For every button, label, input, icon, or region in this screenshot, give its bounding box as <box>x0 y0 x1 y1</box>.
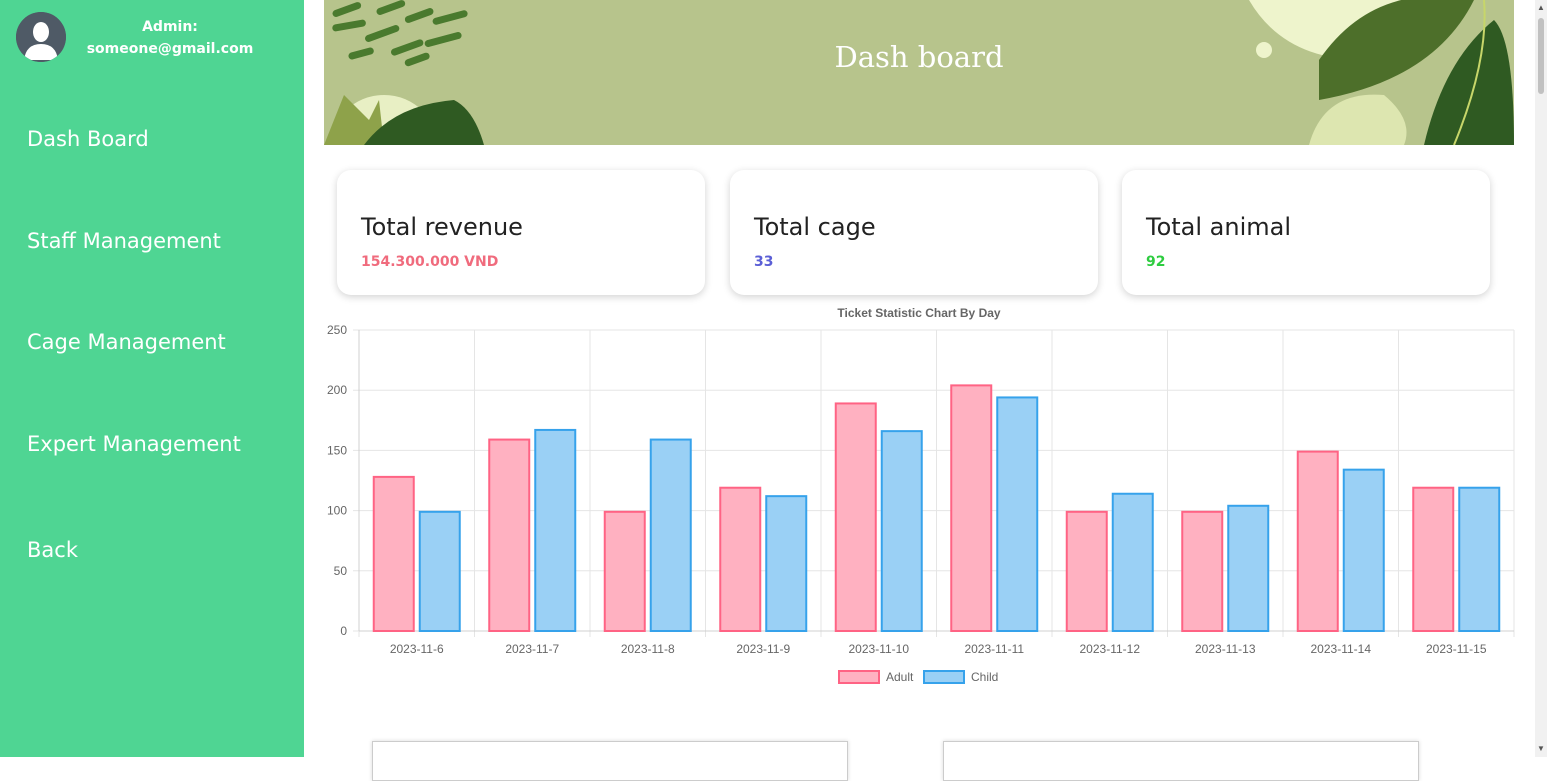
bar-child[interactable] <box>534 428 577 632</box>
x-tick-label: 2023-11-8 <box>621 642 675 656</box>
stat-title: Total cage <box>754 213 876 241</box>
x-tick-label: 2023-11-15 <box>1426 642 1487 656</box>
stat-title: Total animal <box>1146 213 1292 241</box>
x-tick-label: 2023-11-10 <box>849 642 910 656</box>
bar-child[interactable] <box>1111 492 1154 632</box>
stat-card-revenue: Total revenue 154.300.000 VND <box>337 170 705 295</box>
profile-info: Admin: someone@gmail.com <box>80 16 260 60</box>
avatar <box>16 12 66 62</box>
bar-child[interactable] <box>996 396 1039 633</box>
y-tick-label: 0 <box>340 624 347 638</box>
bar-child[interactable] <box>649 438 692 632</box>
banner-title: Dash board <box>834 40 1004 74</box>
chart-title: Ticket Statistic Chart By Day <box>837 306 1000 320</box>
stat-title: Total revenue <box>361 213 523 241</box>
legend-label[interactable]: Child <box>971 670 998 684</box>
bottom-card-left <box>372 741 848 781</box>
x-tick-label: 2023-11-12 <box>1080 642 1141 656</box>
ticket-chart: Ticket Statistic Chart By Day 2023-11-6 2… <box>324 300 1519 700</box>
bar-child[interactable] <box>418 510 461 632</box>
dashboard-banner: Dash board <box>324 0 1514 145</box>
scroll-up-icon[interactable]: ▲ <box>1535 2 1547 14</box>
nav-item-cage-management[interactable]: Cage Management <box>27 330 226 354</box>
scroll-thumb[interactable] <box>1538 18 1544 94</box>
ticket-chart-svg: Ticket Statistic Chart By Day 2023-11-6 2… <box>327 306 1515 684</box>
legend-swatch-child[interactable] <box>923 670 965 684</box>
y-tick-label: 50 <box>334 564 348 578</box>
bar-adult[interactable] <box>488 438 531 632</box>
y-tick-label: 250 <box>327 323 347 337</box>
x-tick-label: 2023-11-9 <box>736 642 790 656</box>
bar-adult[interactable] <box>372 475 415 632</box>
profile: Admin: someone@gmail.com <box>0 0 304 70</box>
x-tick-label: 2023-11-13 <box>1195 642 1256 656</box>
x-tick-label: 2023-11-14 <box>1311 642 1372 656</box>
bar-adult[interactable] <box>834 402 877 632</box>
bottom-card-right <box>943 741 1419 781</box>
stat-value: 92 <box>1146 254 1166 270</box>
sidebar: Admin: someone@gmail.com Dash Board Staf… <box>0 0 304 757</box>
stat-card-animal: Total animal 92 <box>1122 170 1490 295</box>
profile-label: Admin: <box>142 19 198 35</box>
nav-item-staff-management[interactable]: Staff Management <box>27 229 221 253</box>
bar-child[interactable] <box>1227 504 1270 632</box>
bar-child[interactable] <box>1342 468 1385 632</box>
scrollbar[interactable]: ▲ ▼ <box>1535 0 1547 757</box>
bar-adult[interactable] <box>1065 510 1108 632</box>
bar-child[interactable] <box>880 430 923 632</box>
y-tick-label: 100 <box>327 504 347 518</box>
nav-item-dash-board[interactable]: Dash Board <box>27 127 149 151</box>
legend-swatch-adult[interactable] <box>838 670 880 684</box>
nav-item-expert-management[interactable]: Expert Management <box>27 432 241 456</box>
bar-adult[interactable] <box>1181 510 1224 632</box>
bar-adult[interactable] <box>1296 450 1339 632</box>
nav-item-back[interactable]: Back <box>27 538 78 562</box>
bar-adult[interactable] <box>719 486 762 632</box>
stat-value: 33 <box>754 254 774 270</box>
y-tick-label: 200 <box>327 383 347 397</box>
bar-adult[interactable] <box>1412 486 1455 632</box>
scroll-down-icon[interactable]: ▼ <box>1535 743 1547 755</box>
bar-adult[interactable] <box>603 510 646 632</box>
y-tick-label: 150 <box>327 443 347 457</box>
profile-email: someone@gmail.com <box>86 41 254 57</box>
bar-child[interactable] <box>1458 486 1501 632</box>
bar-child[interactable] <box>765 495 808 632</box>
legend-label[interactable]: Adult <box>886 670 914 684</box>
x-tick-label: 2023-11-6 <box>390 642 444 656</box>
x-tick-label: 2023-11-7 <box>505 642 559 656</box>
bar-adult[interactable] <box>950 384 993 632</box>
stat-card-cage: Total cage 33 <box>730 170 1098 295</box>
stat-value: 154.300.000 VND <box>361 254 499 270</box>
x-tick-label: 2023-11-11 <box>964 642 1024 656</box>
